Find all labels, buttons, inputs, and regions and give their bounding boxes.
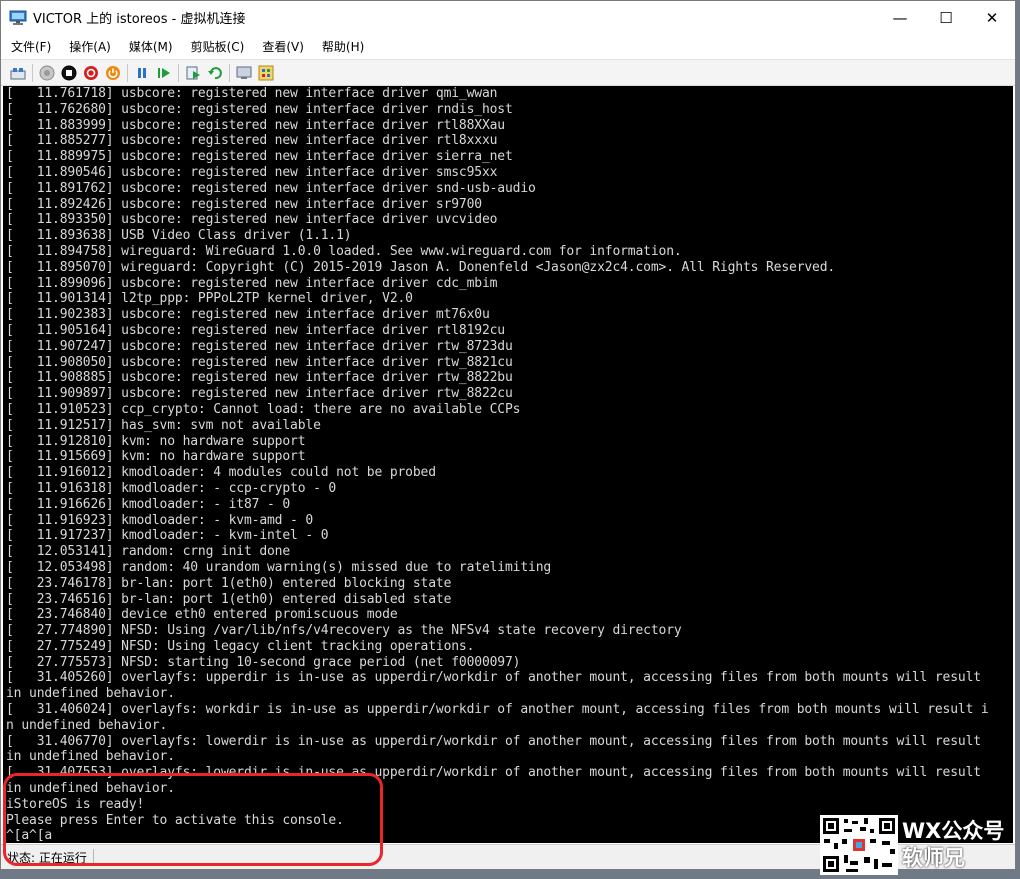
pause-icon[interactable]	[131, 63, 153, 83]
console-line: [ 11.883999] usbcore: registered new int…	[6, 117, 505, 133]
vm-console-screen[interactable]: [ 11.761718] usbcore: registered new int…	[3, 86, 1013, 843]
console-line: [ 11.902383] usbcore: registered new int…	[6, 307, 490, 323]
console-line: [ 31.406024] overlayfs: workdir is in-us…	[6, 702, 989, 718]
menu-view[interactable]: 查看(V)	[262, 38, 304, 55]
enhanced-session-icon[interactable]	[233, 63, 255, 83]
menu-bar: 文件(F) 操作(A) 媒体(M) 剪贴板(C) 查看(V) 帮助(H)	[1, 34, 1015, 58]
console-line: [ 11.894758] wireguard: WireGuard 1.0.0 …	[6, 243, 682, 259]
console-line: [ 27.774890] NFSD: Using /var/lib/nfs/v4…	[6, 623, 682, 639]
share-icon[interactable]	[255, 63, 277, 83]
console-line: [ 11.891762] usbcore: registered new int…	[6, 180, 536, 196]
console-line: [ 23.746516] br-lan: port 1(eth0) entere…	[6, 591, 452, 607]
menu-action[interactable]: 操作(A)	[69, 38, 111, 55]
console-line: [ 11.912810] kvm: no hardware support	[6, 433, 306, 449]
console-line: [ 11.915669] kvm: no hardware support	[6, 449, 306, 465]
window-title: VICTOR 上的 istoreos - 虚拟机连接	[33, 12, 246, 27]
console-line: [ 11.910523] ccp_crypto: Cannot load: th…	[6, 401, 521, 417]
console-line: [ 11.899096] usbcore: registered new int…	[6, 275, 498, 291]
console-line: [ 11.916012] kmodloader: 4 modules could…	[6, 465, 436, 481]
console-line: [ 11.890546] usbcore: registered new int…	[6, 164, 498, 180]
console-line: [ 31.405260] overlayfs: upperdir is in-u…	[6, 670, 981, 686]
console-line: [ 11.895070] wireguard: Copyright (C) 20…	[6, 259, 836, 275]
console-line: [ 11.901314] l2tp_ppp: PPPoL2TP kernel d…	[6, 291, 413, 307]
console-line: n undefined behavior.	[6, 717, 168, 733]
console-line: [ 11.905164] usbcore: registered new int…	[6, 322, 505, 338]
menu-clipboard[interactable]: 剪贴板(C)	[191, 38, 245, 55]
revert-icon[interactable]	[204, 63, 226, 83]
console-line: [ 11.761718] usbcore: registered new int…	[6, 86, 498, 101]
close-button[interactable]: ✕	[969, 1, 1015, 34]
watermark-line1: WX公众号	[902, 819, 1005, 843]
console-line: [ 11.908885] usbcore: registered new int…	[6, 370, 513, 386]
menu-help[interactable]: 帮助(H)	[322, 38, 364, 55]
resume-icon[interactable]	[153, 63, 175, 83]
console-line: [ 11.893350] usbcore: registered new int…	[6, 212, 498, 228]
console-line: [ 11.762680] usbcore: registered new int…	[6, 101, 513, 117]
console-line: [ 11.917237] kmodloader: - kvm-intel - 0	[6, 528, 329, 544]
console-line: [ 11.885277] usbcore: registered new int…	[6, 133, 498, 149]
vm-monitor-icon	[9, 10, 27, 25]
console-line: [ 11.916318] kmodloader: - ccp-crypto - …	[6, 480, 337, 496]
watermark: WX公众号 软师兄	[820, 814, 1020, 876]
console-line: [ 23.746840] device eth0 entered promisc…	[6, 607, 398, 623]
console-line: [ 11.912517] has_svm: svm not available	[6, 417, 321, 433]
console-line: [ 23.746178] br-lan: port 1(eth0) entere…	[6, 575, 452, 591]
console-line: [ 12.053498] random: 40 urandom warning(…	[6, 559, 552, 575]
power-icon[interactable]	[102, 63, 124, 83]
console-line: [ 11.889975] usbcore: registered new int…	[6, 149, 513, 165]
toolbar-separator	[32, 63, 33, 82]
console-line: in undefined behavior.	[6, 686, 175, 702]
menu-media[interactable]: 媒体(M)	[129, 38, 173, 55]
qr-code-icon	[820, 815, 898, 875]
highlight-annotation	[3, 773, 383, 866]
title-bar[interactable]: VICTOR 上的 istoreos - 虚拟机连接 — ☐ ✕	[1, 1, 1015, 34]
toolbar-separator	[229, 63, 230, 82]
console-line: [ 27.775573] NFSD: starting 10-second gr…	[6, 654, 521, 670]
console-line: [ 31.406770] overlayfs: lowerdir is in-u…	[6, 733, 981, 749]
console-line: [ 11.916923] kmodloader: - kvm-amd - 0	[6, 512, 314, 528]
console-line: [ 11.893638] USB Video Class driver (1.1…	[6, 228, 352, 244]
console-line: [ 11.916626] kmodloader: - it87 - 0	[6, 496, 291, 512]
watermark-line2: 软师兄	[902, 846, 965, 870]
console-line: [ 11.907247] usbcore: registered new int…	[6, 338, 513, 354]
menu-file[interactable]: 文件(F)	[11, 38, 51, 55]
console-line: [ 27.775249] NFSD: Using legacy client t…	[6, 638, 475, 654]
toolbar	[1, 59, 1015, 86]
minimize-button[interactable]: —	[877, 1, 923, 34]
toolbar-separator	[178, 63, 179, 82]
console-line: [ 11.909897] usbcore: registered new int…	[6, 386, 513, 402]
console-line: in undefined behavior.	[6, 749, 175, 765]
console-line: [ 11.892426] usbcore: registered new int…	[6, 196, 482, 212]
shutdown-icon[interactable]	[80, 63, 102, 83]
vm-connection-window: VICTOR 上的 istoreos - 虚拟机连接 — ☐ ✕ 文件(F) 操…	[0, 0, 1016, 870]
ctrl-alt-del-icon[interactable]	[7, 63, 29, 83]
console-line: [ 12.053141] random: crng init done	[6, 544, 291, 560]
console-line: [ 11.908050] usbcore: registered new int…	[6, 354, 513, 370]
maximize-button[interactable]: ☐	[923, 1, 969, 34]
toolbar-separator	[127, 63, 128, 82]
turn-off-icon[interactable]	[58, 63, 80, 83]
checkpoint-icon[interactable]	[182, 63, 204, 83]
start-icon[interactable]	[36, 63, 58, 83]
